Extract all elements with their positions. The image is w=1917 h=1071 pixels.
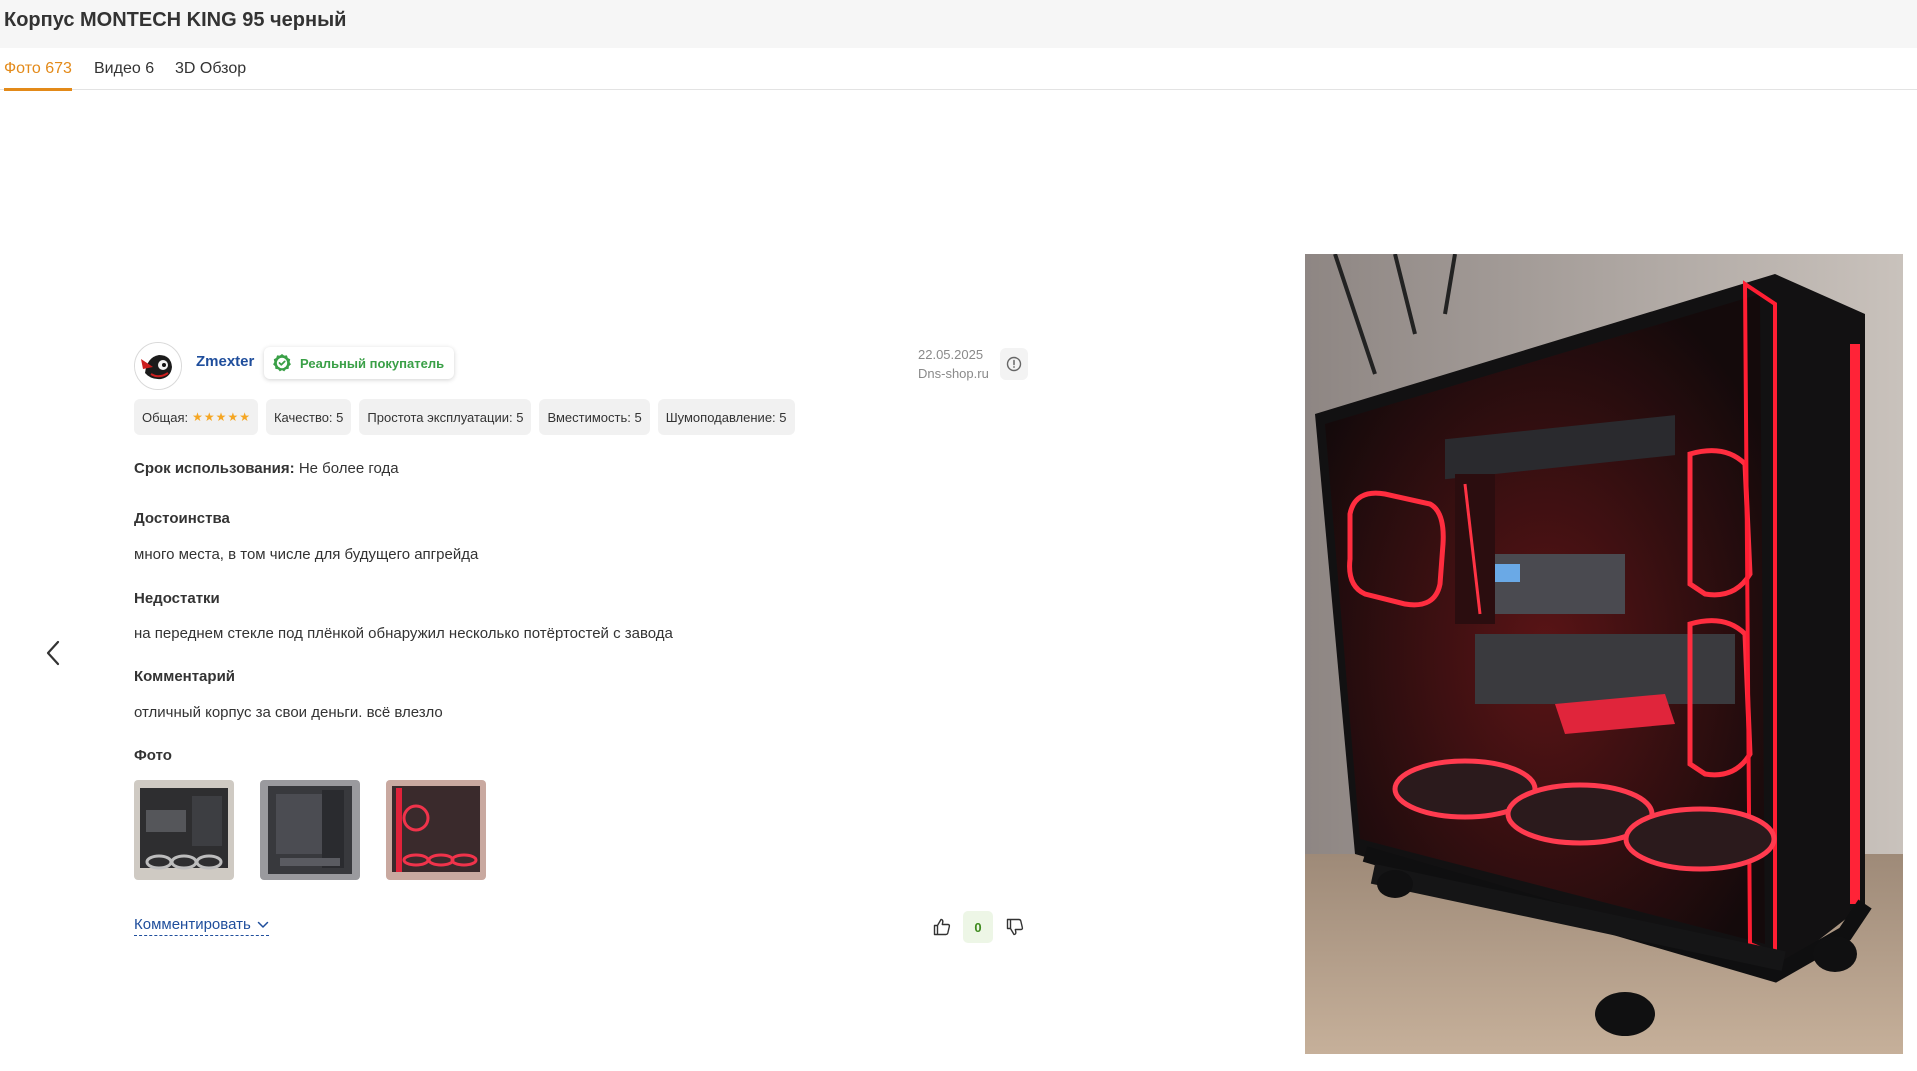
pros-title: Достоинства [134,510,230,527]
rating-quality: Качество: 5 [265,399,352,435]
cons-text: на переднем стекле под плёнкой обнаружил… [134,625,673,642]
verified-check-icon [273,354,291,372]
tab-photo-label: Фото 673 [4,60,72,77]
thumbnail-image [134,780,234,880]
active-tab-underline [4,88,72,91]
rating-overall: Общая: ★ ★ ★ ★ ★ [134,399,258,435]
previous-photo-button[interactable] [38,636,68,670]
review-photo-thumbnail[interactable] [260,780,360,880]
page-title: Корпус MONTECH KING 95 черный [4,9,347,31]
review-author[interactable]: Zmexter [196,353,254,370]
dislike-button[interactable] [1000,910,1030,944]
thumbnail-image [260,780,360,880]
like-button[interactable] [927,910,957,944]
photos-title: Фото [134,747,172,764]
star-icon: ★ [227,410,239,424]
comment-link-label: Комментировать [134,916,251,933]
media-tabs: Фото 673 Видео 6 3D Обзор [0,48,1917,91]
comment-title: Комментарий [134,668,236,685]
star-icon: ★ [215,410,227,424]
avatar[interactable] [134,342,182,390]
tab-video[interactable]: Видео 6 [94,60,154,78]
comment-link[interactable]: Комментировать [134,916,269,936]
cons-title: Недостатки [134,590,220,607]
review-date: 22.05.2025 [918,347,984,362]
main-review-photo[interactable] [1305,254,1903,1054]
tab-3d-label: 3D Обзор [175,60,247,77]
tab-video-label: Видео 6 [94,60,155,77]
chevron-left-icon [46,640,60,666]
rating-overall-label: Общая: [142,409,189,425]
pros-text: много места, в том числе для будущего ап… [134,546,479,563]
usage-period: Срок использования: Не более года [134,460,399,477]
usage-label: Срок использования: [134,460,295,477]
rating-chips: Общая: ★ ★ ★ ★ ★ Качество: 5 Простота эк… [134,399,795,435]
vote-count: 0 [963,911,993,943]
review-source: Dns-shop.ru [918,366,989,381]
chevron-down-icon [257,921,269,928]
rating-capacity: Вместимость: 5 [539,399,650,435]
rating-noise-reduction: Шумоподавление: 5 [657,399,795,435]
pc-case-photo [1305,254,1903,1054]
review-photo-thumbnail[interactable] [134,780,234,880]
star-rating: ★ ★ ★ ★ ★ [192,410,250,424]
review-photo-thumbnail[interactable] [386,780,486,880]
tab-3d-review[interactable]: 3D Обзор [175,60,246,78]
tab-photo[interactable]: Фото 673 [4,60,72,91]
review-meta: 22.05.2025 Dns-shop.ru [918,345,989,383]
verified-buyer-badge: Реальный покупатель [264,347,455,379]
avatar-image [135,343,181,389]
header-bar: Корпус MONTECH KING 95 черный [0,0,1917,48]
rating-ease-of-use: Простота эксплуатации: 5 [359,399,532,435]
comment-text: отличный корпус за свои деньги. всё влез… [134,704,443,721]
review-info-button[interactable] [1000,348,1028,380]
info-icon [1006,356,1022,372]
usage-value: Не более года [298,460,399,477]
star-icon: ★ [239,410,250,424]
thumbnail-image [386,780,486,880]
verified-buyer-label: Реальный покупатель [300,355,445,371]
star-icon: ★ [192,410,203,424]
thumbs-down-icon [1006,918,1024,936]
thumbs-up-icon [933,918,951,936]
star-icon: ★ [203,410,215,424]
